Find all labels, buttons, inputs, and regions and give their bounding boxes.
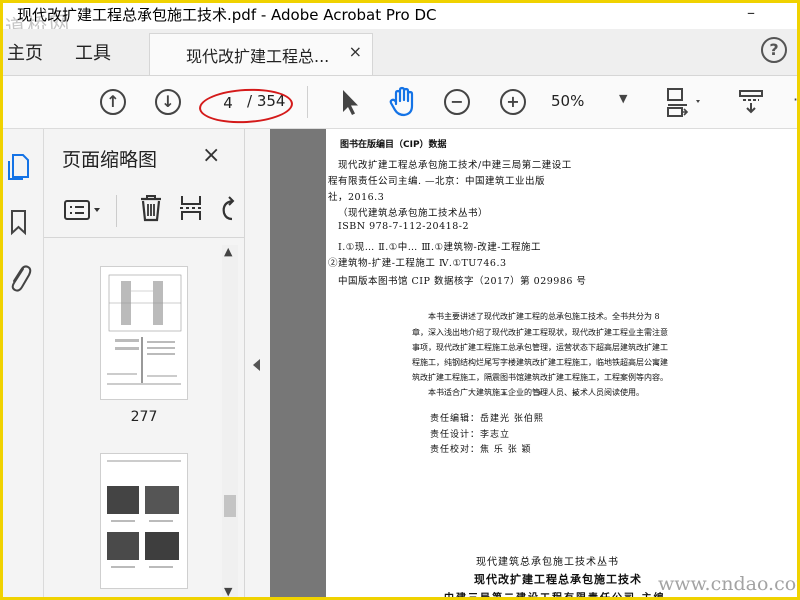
left-rail (3, 129, 44, 597)
document-viewer[interactable]: 图书在版编目（CIP）数据 现代改扩建工程总承包施工技术/中建三局第二建设工 程… (270, 129, 797, 600)
tab-bar: 主页 工具 现代改扩建工程总... × ? (3, 29, 797, 76)
more-tools-icon[interactable]: · (793, 90, 797, 109)
document-tab-label: 现代改扩建工程总... (186, 47, 330, 66)
watermark-bottom: www.cndao.com (658, 573, 800, 595)
thumbnail-preview (107, 460, 181, 568)
panel-toolbar (44, 185, 244, 238)
zoom-level[interactable]: 50% (551, 92, 584, 110)
intro-line: 章，深入浅出地介绍了现代改扩建工程现状，现代改扩建工程业主需注意 (412, 328, 668, 337)
title-bar: 道桥网 现代改扩建工程总承包施工技术.pdf - Adobe Acrobat P… (3, 3, 797, 39)
document-page: 图书在版编目（CIP）数据 现代改扩建工程总承包施工技术/中建三局第二建设工 程… (326, 129, 797, 600)
intro-line: 本书主要讲述了现代改扩建工程的总承包施工技术。全书共分为 8 (428, 312, 660, 321)
intro-line: 程施工，纯钢结构烂尾写字楼建筑改扩建工程施工，临地铁超高层公寓建 (412, 358, 668, 367)
page-navigator: / 354 (209, 90, 285, 116)
thumbnail-preview (107, 274, 182, 385)
page-view-icon[interactable] (665, 86, 705, 118)
arrow-down-circle-icon[interactable]: ↓ (155, 89, 181, 115)
section-separator: * * * (502, 391, 592, 401)
book-title: 现代改扩建工程总承包施工技术 (474, 573, 642, 586)
cip-heading: 图书在版编目（CIP）数据 (340, 140, 447, 150)
panel-title: 页面缩略图 (62, 149, 158, 171)
chevron-down-icon[interactable]: ▼ (619, 92, 627, 105)
cursor-arrow-icon[interactable] (339, 88, 361, 116)
page-thumbnail[interactable] (100, 453, 188, 589)
page-total: / 354 (247, 92, 286, 110)
scrollbar-thumb[interactable] (224, 495, 236, 517)
staff-line: 责任编辑：岳建光 张伯熙 (430, 414, 544, 424)
author-line: 中建三局第二建设工程有限责任公司 主编 (444, 593, 666, 600)
panel-divider (116, 195, 117, 227)
trash-icon[interactable] (138, 193, 164, 223)
cip-line: Ⅰ.①现… Ⅱ.①中… Ⅲ.①建筑物-改建-工程施工 (338, 242, 541, 253)
thumbnail-page-label: 277 (130, 409, 158, 425)
attachment-icon[interactable] (7, 261, 33, 295)
toolbar-divider (307, 86, 308, 118)
tab-tools[interactable]: 工具 (75, 39, 111, 65)
cip-line: 程有限责任公司主编. —北京：中国建筑工业出版 (328, 176, 546, 187)
chevron-down-icon[interactable]: ▼ (224, 585, 232, 597)
tab-document[interactable]: 现代改扩建工程总... × (149, 33, 373, 75)
chevron-up-icon[interactable]: ▲ (224, 245, 232, 258)
options-menu-icon[interactable] (64, 199, 106, 223)
cip-line: ISBN 978-7-112-20418-2 (338, 221, 469, 232)
intro-line: 筑改扩建工程施工，隔震图书馆建筑改扩建工程施工，工程案例等内容。 (412, 373, 668, 382)
page-number-input[interactable] (209, 90, 247, 116)
panel-collapse-strip[interactable] (245, 129, 270, 597)
page-thumbnails-icon[interactable] (7, 151, 33, 181)
bookmark-icon[interactable] (7, 207, 33, 237)
page-thumbnail[interactable] (100, 266, 188, 400)
cip-line: （现代建筑总承包施工技术丛书） (338, 208, 489, 219)
intro-line: 事项，现代改扩建工程施工总承包管理，运营状态下超高层建筑改扩建工 (412, 343, 668, 352)
cip-line: 社，2016.3 (328, 192, 385, 203)
read-mode-icon[interactable] (737, 88, 767, 116)
close-icon[interactable]: × (202, 143, 220, 168)
cip-line: ②建筑物-扩建-工程施工 Ⅳ.①TU746.3 (328, 258, 507, 269)
toolbar: ↑ ↓ / 354 − + 50% ▼ · (3, 76, 797, 129)
help-icon[interactable]: ? (761, 37, 787, 63)
rotate-icon[interactable] (218, 195, 238, 223)
plus-circle-icon[interactable]: + (500, 89, 526, 115)
staff-line: 责任设计：李志立 (430, 430, 511, 440)
minus-circle-icon[interactable]: − (444, 89, 470, 115)
cip-line: 中国版本图书馆 CIP 数据核字（2017）第 029986 号 (338, 276, 587, 287)
cip-line: 现代改扩建工程总承包施工技术/中建三局第二建设工 (338, 160, 572, 171)
series-title: 现代建筑总承包施工技术丛书 (476, 557, 619, 568)
split-page-icon[interactable] (178, 193, 206, 223)
thumbnails-panel: 页面缩略图 × 277 ▲ ▼ (44, 129, 245, 597)
hand-icon[interactable] (388, 86, 418, 118)
close-icon[interactable]: × (349, 42, 362, 61)
tab-home[interactable]: 主页 (7, 39, 43, 65)
thumbnail-scrollbar[interactable]: ▲ ▼ (222, 245, 238, 597)
minimize-button[interactable]: – (747, 3, 755, 22)
window-title: 现代改扩建工程总承包施工技术.pdf - Adobe Acrobat Pro D… (17, 6, 437, 24)
arrow-up-circle-icon[interactable]: ↑ (100, 89, 126, 115)
collapse-arrow-icon[interactable] (253, 359, 260, 371)
staff-line: 责任校对：焦 乐 张 颖 (430, 445, 532, 455)
app-window: 道桥网 现代改扩建工程总承包施工技术.pdf - Adobe Acrobat P… (0, 0, 800, 600)
